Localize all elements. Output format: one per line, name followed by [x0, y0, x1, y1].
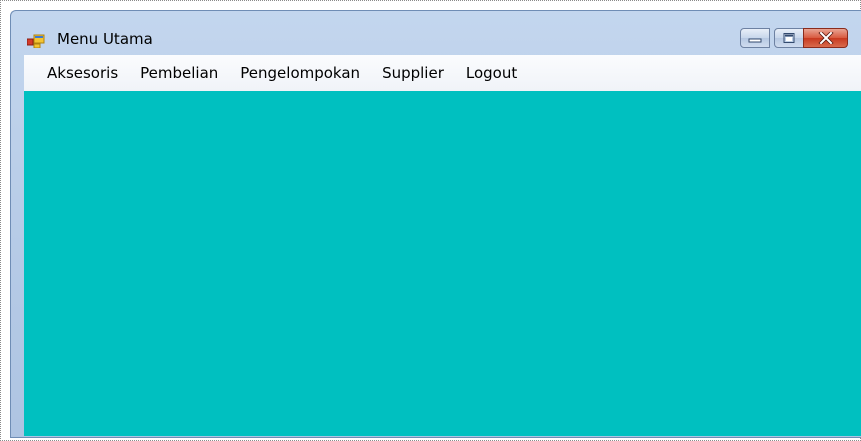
- client-area: [24, 91, 861, 436]
- menu-item-aksesoris[interactable]: Aksesoris: [40, 62, 125, 84]
- close-button[interactable]: [803, 28, 848, 48]
- caption-buttons: [740, 28, 848, 48]
- menu-item-pengelompokan[interactable]: Pengelompokan: [233, 62, 367, 84]
- menu-item-logout[interactable]: Logout: [459, 62, 524, 84]
- title-bar[interactable]: Menu Utama: [11, 11, 861, 56]
- maximize-icon: [782, 29, 796, 48]
- window-title: Menu Utama: [57, 30, 153, 48]
- minimize-icon: [748, 29, 762, 48]
- close-icon: [817, 29, 834, 48]
- menu-item-supplier[interactable]: Supplier: [375, 62, 451, 84]
- maximize-button[interactable]: [774, 28, 804, 48]
- main-window: Menu Utama Aksesoris Pembelian Pengelomp…: [10, 10, 861, 438]
- minimize-button[interactable]: [740, 28, 770, 48]
- menu-item-pembelian[interactable]: Pembelian: [133, 62, 225, 84]
- windows-form-icon: [26, 33, 45, 49]
- menu-bar: Aksesoris Pembelian Pengelompokan Suppli…: [24, 55, 861, 91]
